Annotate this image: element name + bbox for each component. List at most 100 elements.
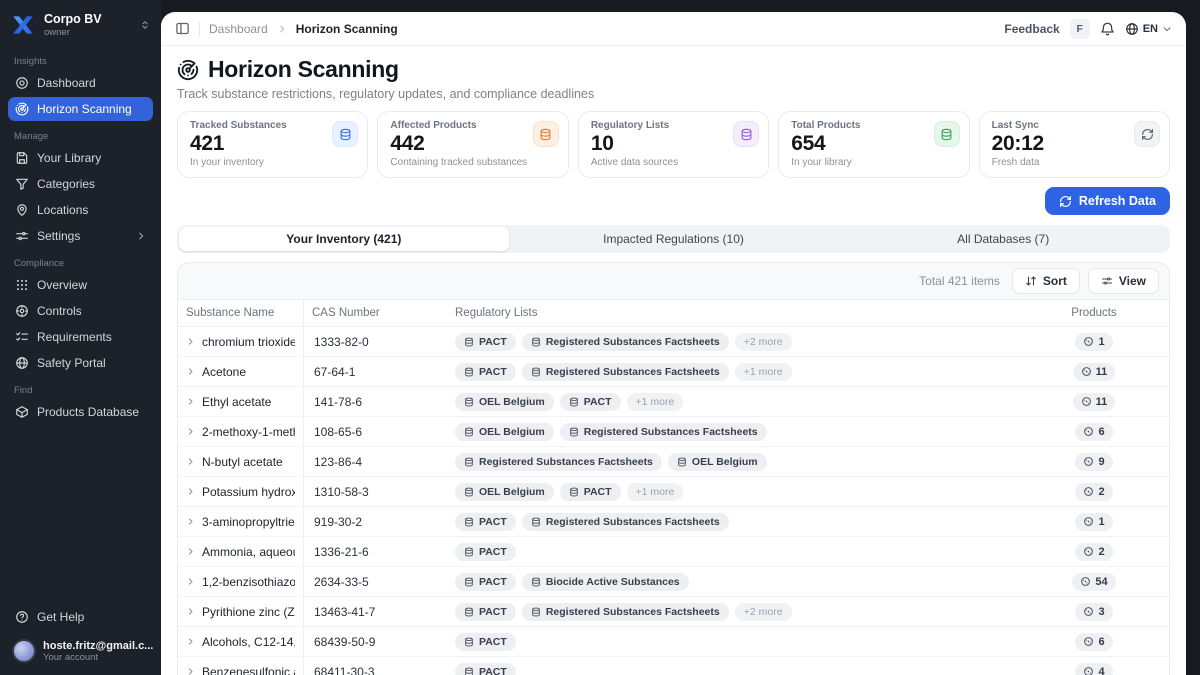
sidebar-item-label: Your Library <box>37 151 101 165</box>
sidebar-item[interactable]: Locations <box>8 198 153 222</box>
molecule-icon <box>1083 516 1094 527</box>
badge-label: PACT <box>479 666 507 675</box>
sidebar-item[interactable]: Categories <box>8 172 153 196</box>
sidebar-item[interactable]: Settings <box>8 224 153 248</box>
database-icon <box>464 367 474 377</box>
stat-sub: In your inventory <box>190 157 355 168</box>
regulatory-list-badge: Registered Substances Factsheets <box>522 363 729 381</box>
database-icon <box>677 457 687 467</box>
regulatory-lists-cell: Registered Substances Factsheets OEL Bel… <box>447 453 1019 471</box>
view-button[interactable]: View <box>1088 268 1159 294</box>
row-expand-chevron-icon[interactable] <box>186 607 195 616</box>
sidebar-item[interactable]: Your Library <box>8 146 153 170</box>
table-row[interactable]: N-butyl acetate 123-86-4 Registered Subs… <box>178 447 1169 477</box>
tab[interactable]: Impacted Regulations (10) <box>509 227 839 251</box>
row-expand-chevron-icon[interactable] <box>186 487 195 496</box>
panel-toggle-icon[interactable] <box>175 21 190 36</box>
badge-label: PACT <box>479 576 507 588</box>
products-count: 1 <box>1098 336 1104 348</box>
table-header: Substance Name CAS Number Regulatory Lis… <box>178 299 1169 327</box>
regulatory-list-badge: OEL Belgium <box>455 423 554 441</box>
products-count: 2 <box>1098 486 1104 498</box>
products-count-badge: 11 <box>1073 363 1116 381</box>
tab[interactable]: All Databases (7) <box>838 227 1168 251</box>
regulatory-lists-cell: PACT <box>447 543 1019 561</box>
stat-value: 654 <box>791 132 956 156</box>
table-body: chromium trioxide 1333-82-0 PACT <box>178 327 1169 675</box>
feedback-button[interactable]: Feedback <box>1004 22 1059 36</box>
regulatory-lists-cell: OEL Belgium PACT +1 more <box>447 483 1019 501</box>
sidebar-item-label: Categories <box>37 177 95 191</box>
table-row[interactable]: chromium trioxide 1333-82-0 PACT <box>178 327 1169 357</box>
molecule-icon <box>1080 576 1091 587</box>
database-icon <box>569 397 579 407</box>
substances-table-container: Total 421 items Sort View Substance Name… <box>177 262 1170 675</box>
refresh-data-button[interactable]: Refresh Data <box>1045 187 1170 215</box>
language-selector[interactable]: EN <box>1125 22 1172 36</box>
regulatory-list-badge: Registered Substances Factsheets <box>522 333 729 351</box>
database-icon <box>464 457 474 467</box>
database-icon <box>569 427 579 437</box>
substance-name: Ethyl acetate <box>202 395 271 409</box>
sidebar-item[interactable]: Requirements <box>8 325 153 349</box>
table-row[interactable]: 3-aminopropyltrieth... 919-30-2 PACT <box>178 507 1169 537</box>
table-row[interactable]: Pyrithione zinc (Zinc ... 13463-41-7 PAC… <box>178 597 1169 627</box>
products-count-badge: 2 <box>1075 483 1112 501</box>
row-expand-chevron-icon[interactable] <box>186 667 195 675</box>
row-expand-chevron-icon[interactable] <box>186 517 195 526</box>
regulatory-list-badge: OEL Belgium <box>455 393 554 411</box>
products-count: 4 <box>1098 666 1104 675</box>
sidebar-item[interactable]: Horizon Scanning <box>8 97 153 121</box>
tab-bar: Your Inventory (421) Impacted Regulation… <box>177 225 1170 253</box>
sidebar-item-icon <box>15 229 29 243</box>
workspace-switcher[interactable]: Corpo BV owner <box>8 10 153 46</box>
get-help-button[interactable]: Get Help <box>8 605 153 629</box>
row-expand-chevron-icon[interactable] <box>186 547 195 556</box>
table-row[interactable]: Alcohols, C12-14, et... 68439-50-9 PACT <box>178 627 1169 657</box>
sidebar-item[interactable]: Dashboard <box>8 71 153 95</box>
breadcrumb-dashboard[interactable]: Dashboard <box>209 22 268 36</box>
tab[interactable]: Your Inventory (421) <box>179 227 509 251</box>
table-row[interactable]: 2-methoxy-1-methyl... 108-65-6 OEL Belgi… <box>178 417 1169 447</box>
badge-label: +2 more <box>744 336 783 348</box>
stat-value: 442 <box>390 132 555 156</box>
regulatory-lists-cell: PACT Registered Substances Factsheets <box>447 363 1019 381</box>
row-expand-chevron-icon[interactable] <box>186 367 195 376</box>
sidebar-item[interactable]: Controls <box>8 299 153 323</box>
table-row[interactable]: Ethyl acetate 141-78-6 OEL Belgium <box>178 387 1169 417</box>
products-count-badge: 2 <box>1075 543 1112 561</box>
badge-label: Registered Substances Factsheets <box>479 456 653 468</box>
stat-card: Affected Products 442 Containing tracked… <box>377 111 568 178</box>
row-expand-chevron-icon[interactable] <box>186 427 195 436</box>
table-row[interactable]: Benzenesulfonic aci... 68411-30-3 PACT <box>178 657 1169 675</box>
cas-number: 1310-58-3 <box>304 485 447 499</box>
table-row[interactable]: Ammonia, aqueous s... 1336-21-6 PACT <box>178 537 1169 567</box>
database-icon <box>569 487 579 497</box>
regulatory-list-badge: OEL Belgium <box>668 453 767 471</box>
sidebar-item[interactable]: Overview <box>8 273 153 297</box>
sidebar: Corpo BV owner Insights Dashboard <box>0 0 161 675</box>
table-row[interactable]: 1,2-benzisothiazol-3... 2634-33-5 PACT <box>178 567 1169 597</box>
account-menu[interactable]: hoste.fritz@gmail.c... Your account <box>8 631 153 665</box>
cas-number: 1336-21-6 <box>304 545 447 559</box>
sidebar-item-label: Horizon Scanning <box>37 102 132 116</box>
table-row[interactable]: Acetone 67-64-1 PACT <box>178 357 1169 387</box>
table-row[interactable]: Potassium hydroxide 1310-58-3 OEL Belgiu… <box>178 477 1169 507</box>
molecule-icon <box>1083 426 1094 437</box>
row-expand-chevron-icon[interactable] <box>186 577 195 586</box>
sort-button[interactable]: Sort <box>1012 268 1080 294</box>
row-expand-chevron-icon[interactable] <box>186 397 195 406</box>
database-icon <box>464 547 474 557</box>
regulatory-list-badge: +2 more <box>735 603 792 621</box>
badge-label: PACT <box>479 516 507 528</box>
row-expand-chevron-icon[interactable] <box>186 637 195 646</box>
sidebar-item[interactable]: Products Database <box>8 400 153 424</box>
molecule-icon <box>1083 606 1094 617</box>
notifications-bell-icon[interactable] <box>1100 21 1115 36</box>
column-substance-name: Substance Name <box>178 300 304 326</box>
row-expand-chevron-icon[interactable] <box>186 337 195 346</box>
sidebar-item[interactable]: Safety Portal <box>8 351 153 375</box>
row-expand-chevron-icon[interactable] <box>186 457 195 466</box>
substance-name-cell: Ammonia, aqueous s... <box>178 537 304 566</box>
products-count: 11 <box>1096 396 1108 408</box>
